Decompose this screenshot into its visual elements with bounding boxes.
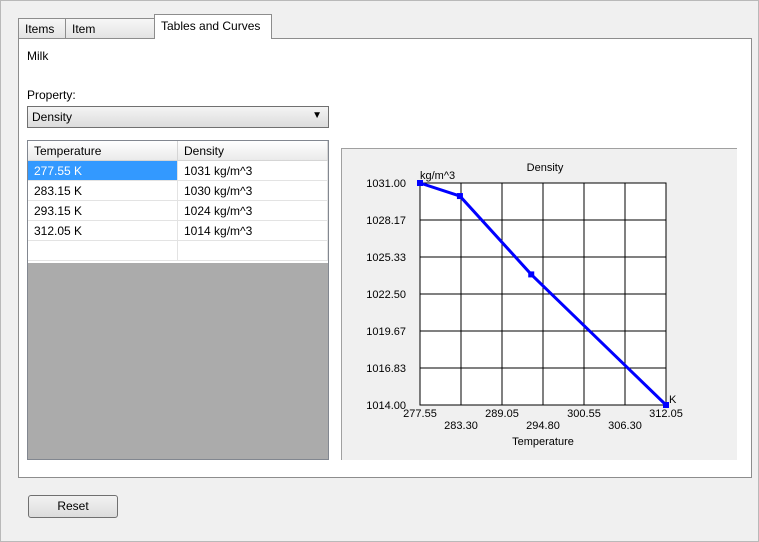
table-cell-temperature[interactable]: 277.55 K: [28, 161, 178, 181]
table-cell-density[interactable]: 1030 kg/m^3: [178, 181, 328, 201]
data-point: [528, 271, 535, 278]
y-tick-label: 1019.67: [366, 326, 406, 338]
data-table[interactable]: Temperature Density 277.55 K 1031 kg/m^3…: [27, 140, 329, 460]
tab-tables-and-curves[interactable]: Tables and Curves: [154, 14, 272, 39]
table-cell-empty[interactable]: [28, 241, 178, 261]
table-cell-temperature[interactable]: 283.15 K: [28, 181, 178, 201]
y-tick-label: 1025.33: [366, 252, 406, 264]
y-axis-unit: kg/m^3: [420, 170, 455, 182]
x-tick-label: 289.05: [485, 408, 519, 420]
x-tick-label: 300.55: [567, 408, 601, 420]
column-header-temperature[interactable]: Temperature: [28, 141, 178, 161]
table-cell-density[interactable]: 1031 kg/m^3: [178, 161, 328, 181]
table-row[interactable]: 312.05 K 1014 kg/m^3: [28, 221, 328, 241]
tab-items[interactable]: Items: [18, 18, 66, 38]
table-row[interactable]: 277.55 K 1031 kg/m^3: [28, 161, 328, 181]
x-tick-label: 283.30: [444, 420, 478, 432]
data-point: [417, 180, 423, 186]
x-tick-label: 306.30: [608, 420, 642, 432]
data-point: [456, 193, 463, 200]
table-cell-temperature[interactable]: 312.05 K: [28, 221, 178, 241]
y-tick-label: 1028.17: [366, 215, 406, 227]
reset-button[interactable]: Reset: [28, 495, 118, 518]
x-tick-label: 294.80: [526, 420, 560, 432]
property-select-value: Density: [32, 110, 73, 124]
chart-panel: Density kg/m^3 K 1031.00 1028.17 1025.33 1022.…: [341, 148, 737, 460]
table-cell-density[interactable]: 1024 kg/m^3: [178, 201, 328, 221]
y-tick-label: 1031.00: [366, 178, 406, 190]
column-header-density[interactable]: Density: [178, 141, 328, 161]
tab-item-properties[interactable]: Item Properties: [65, 18, 155, 56]
x-tick-label: 277.55: [403, 408, 437, 420]
x-axis-label: Temperature: [512, 436, 574, 448]
table-cell-temperature[interactable]: 293.15 K: [28, 201, 178, 221]
data-point: [663, 402, 669, 408]
y-tick-label: 1014.00: [366, 400, 406, 412]
table-cell-empty[interactable]: [178, 241, 328, 261]
y-tick-label: 1022.50: [366, 289, 406, 301]
x-tick-label: 312.05: [649, 408, 683, 420]
property-select[interactable]: Density ▼: [27, 106, 329, 128]
property-label: Property:: [27, 88, 76, 102]
chart-title: Density: [527, 162, 564, 174]
x-axis-unit: K: [669, 394, 677, 406]
y-tick-label: 1016.83: [366, 363, 406, 375]
chevron-down-icon: ▼: [312, 110, 322, 121]
table-row[interactable]: 293.15 K 1024 kg/m^3: [28, 201, 328, 221]
density-chart: Density kg/m^3 K 1031.00 1028.17 1025.33 1022.…: [366, 162, 683, 448]
item-name: Milk: [27, 49, 49, 63]
table-cell-density[interactable]: 1014 kg/m^3: [178, 221, 328, 241]
table-row[interactable]: 283.15 K 1030 kg/m^3: [28, 181, 328, 201]
table-new-row[interactable]: [28, 241, 328, 261]
